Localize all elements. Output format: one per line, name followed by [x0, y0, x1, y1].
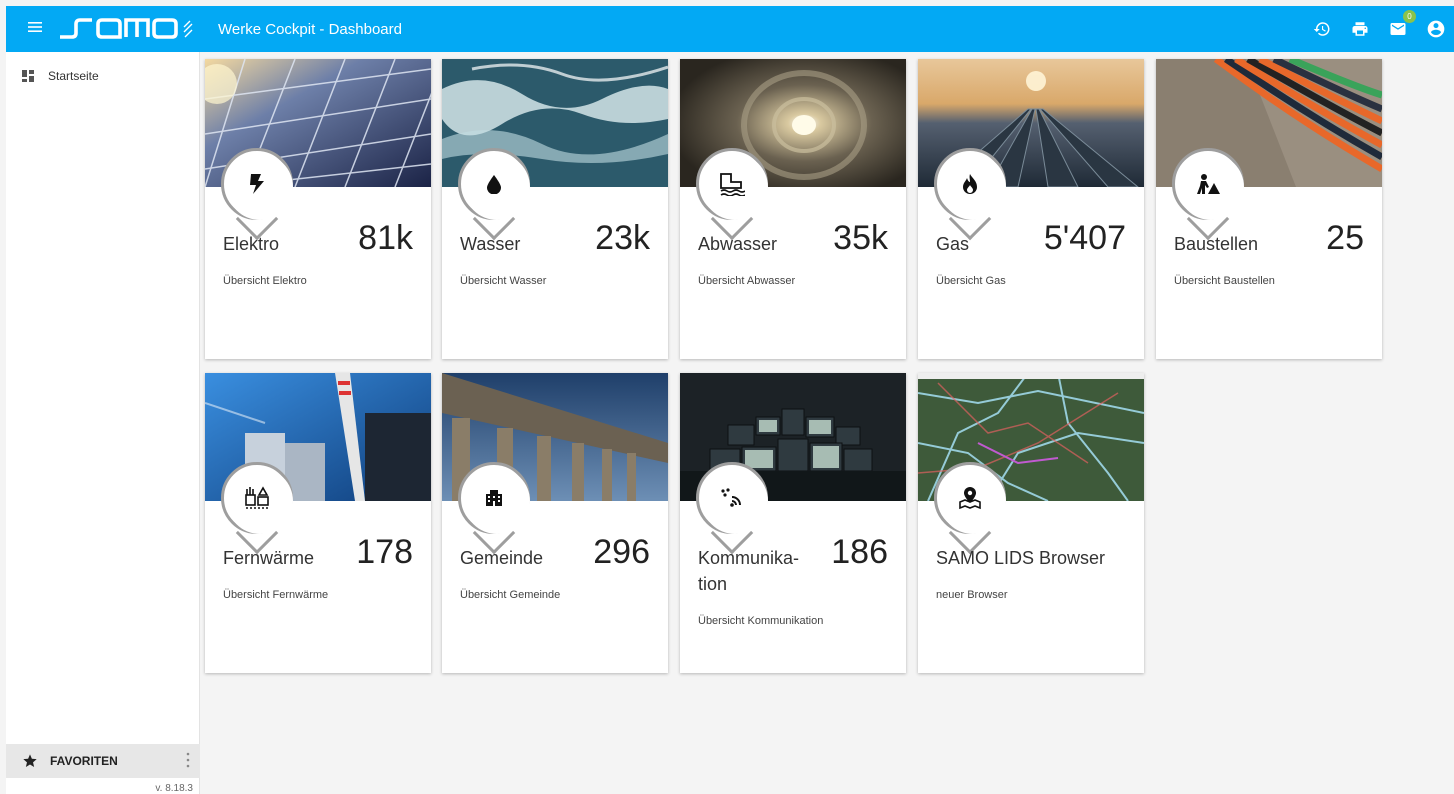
- building-icon: [486, 490, 502, 506]
- tile-title: Fernwärme: [223, 548, 315, 568]
- tile-subtitle[interactable]: Übersicht Kommunikation: [698, 615, 823, 627]
- water-drop-icon: [487, 175, 501, 194]
- sidebar: Startseite FAVORITEN v. 8.18.3: [6, 52, 200, 794]
- sidebar-item-label: Startseite: [48, 69, 99, 83]
- flame-icon: [963, 174, 977, 194]
- account-circle-icon: [1427, 20, 1445, 38]
- tile-fernwaerme[interactable]: Fernwärme 178 Übersicht Fernwärme: [205, 373, 431, 673]
- tile-count: 81k: [358, 219, 413, 257]
- tile-subtitle[interactable]: Übersicht Abwasser: [698, 275, 795, 287]
- tile-title: Wasser: [460, 234, 521, 254]
- tile-icon-badge: [934, 462, 1006, 555]
- construction-worker-icon: [1197, 174, 1220, 194]
- tile-subtitle[interactable]: Übersicht Baustellen: [1174, 275, 1275, 287]
- tile-title: SAMO LIDS Browser: [936, 548, 1106, 568]
- tile-samo-lids-browser[interactable]: SAMO LIDS Browser neuer Browser: [918, 373, 1144, 673]
- more-vert-icon[interactable]: [186, 752, 190, 773]
- mail-icon: [1390, 23, 1406, 35]
- star-icon: [23, 754, 37, 767]
- favorites-label: FAVORITEN: [50, 754, 118, 768]
- tile-count: 25: [1326, 219, 1364, 257]
- tile-icon-badge: [221, 148, 293, 241]
- map-marker-icon: [959, 487, 981, 510]
- tile-subtitle[interactable]: Übersicht Wasser: [460, 275, 546, 287]
- samo-logo-mark: [60, 18, 193, 39]
- tile-icon-badge: [696, 148, 768, 241]
- samo-logo[interactable]: [58, 6, 208, 52]
- tile-title: Gemeinde: [460, 548, 544, 568]
- hamburger-icon: [28, 20, 42, 38]
- tile-icon-badge: [458, 462, 530, 555]
- tile-count: 178: [356, 533, 413, 571]
- tile-kommunikation[interactable]: Kommunika- tion 186 Übersicht Kommunikat…: [680, 373, 906, 673]
- account-button[interactable]: [1424, 17, 1448, 41]
- tile-gas[interactable]: Gas 5'407 Übersicht Gas: [918, 59, 1144, 359]
- tile-subtitle[interactable]: Übersicht Gas: [936, 275, 1006, 287]
- history-button[interactable]: [1310, 17, 1334, 41]
- tile-icon-badge: [934, 148, 1006, 241]
- version-label: v. 8.18.3: [155, 783, 193, 794]
- signal-icon: [721, 488, 741, 507]
- tile-icon-badge: [1172, 148, 1244, 241]
- sidebar-item-startseite[interactable]: Startseite: [6, 52, 199, 100]
- mail-button[interactable]: 0: [1386, 10, 1416, 41]
- tile-subtitle[interactable]: neuer Browser: [936, 589, 1008, 601]
- bolt-icon: [250, 174, 264, 194]
- tile-count: 186: [831, 533, 888, 571]
- tile-elektro[interactable]: Elektro 81k Übersicht Elektro: [205, 59, 431, 359]
- tile-count: 296: [593, 533, 650, 571]
- dashboard-icon: [22, 70, 34, 82]
- hamburger-menu-button[interactable]: [18, 6, 52, 52]
- tile-abwasser[interactable]: Abwasser 35k Übersicht Abwasser: [680, 59, 906, 359]
- sewage-icon: [720, 173, 745, 196]
- tile-icon-badge: [458, 148, 530, 241]
- history-icon: [1313, 22, 1330, 36]
- factory-icon: [245, 486, 269, 509]
- tile-title: Elektro: [223, 234, 280, 254]
- tile-subtitle[interactable]: Übersicht Elektro: [223, 275, 307, 287]
- tile-count: 35k: [833, 219, 888, 257]
- tile-subtitle[interactable]: Übersicht Gemeinde: [460, 589, 560, 601]
- tile-icon-badge: [696, 462, 768, 555]
- print-button[interactable]: [1348, 17, 1372, 41]
- tile-title: Baustellen: [1174, 234, 1259, 254]
- mail-count-badge: 0: [1403, 10, 1416, 23]
- tile-subtitle[interactable]: Übersicht Fernwärme: [223, 589, 328, 601]
- tile-count: 5'407: [1043, 219, 1126, 257]
- top-app-bar: Werke Cockpit - Dashboard 0: [6, 6, 1454, 52]
- tile-wasser[interactable]: Wasser 23k Übersicht Wasser: [442, 59, 668, 359]
- tile-baustellen[interactable]: Baustellen 25 Übersicht Baustellen: [1156, 59, 1382, 359]
- tile-title: Abwasser: [698, 234, 778, 254]
- app-title: Werke Cockpit - Dashboard: [218, 20, 402, 38]
- tile-icon-badge: [221, 462, 293, 555]
- tile-gemeinde[interactable]: Gemeinde 296 Übersicht Gemeinde: [442, 373, 668, 673]
- tile-title: Kommunika- tion: [698, 548, 800, 594]
- favorites-section[interactable]: FAVORITEN: [6, 744, 200, 778]
- tile-count: 23k: [595, 219, 650, 257]
- tile-title: Gas: [936, 234, 970, 254]
- printer-icon: [1352, 22, 1368, 36]
